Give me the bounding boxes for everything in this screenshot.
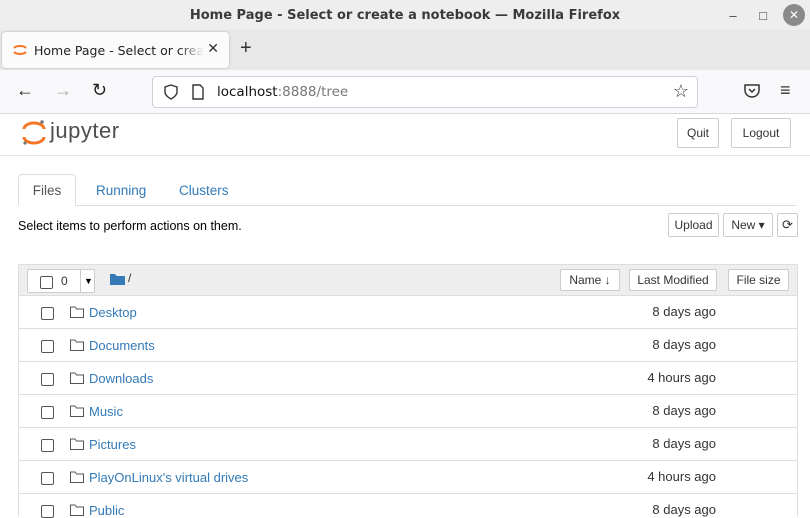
item-name-link[interactable]: Music [89, 404, 123, 419]
list-item[interactable]: Downloads 4 hours ago [18, 362, 798, 395]
tab-close-icon[interactable]: ✕ [207, 40, 219, 57]
logout-button[interactable]: Logout [731, 118, 791, 148]
file-list-header: 0 ▼ / Name ↓ Last Modified File size [18, 264, 798, 296]
folder-icon [70, 339, 84, 351]
item-modified: 8 days ago [652, 403, 716, 418]
shield-icon[interactable] [163, 84, 179, 100]
select-all-control[interactable]: 0 ▼ [27, 269, 95, 293]
row-checkbox[interactable] [41, 373, 54, 386]
bookmark-star-icon[interactable]: ☆ [673, 81, 689, 102]
list-item[interactable]: Desktop 8 days ago [18, 296, 798, 329]
minimize-button[interactable]: – [722, 4, 744, 26]
item-name-link[interactable]: Pictures [89, 437, 136, 452]
browser-navbar: ← → ↻ localhost:8888/tree ☆ [0, 70, 810, 114]
tab-running[interactable]: Running [81, 174, 161, 206]
item-modified: 8 days ago [652, 337, 716, 352]
item-modified: 4 hours ago [647, 370, 716, 385]
page-icon[interactable] [191, 84, 205, 100]
browser-tab-active[interactable]: Home Page - Select or create a notebook … [2, 32, 229, 68]
list-item[interactable]: Pictures 8 days ago [18, 428, 798, 461]
folder-icon [70, 372, 84, 384]
new-dropdown-button[interactable]: New ▾ [723, 213, 773, 237]
browser-tab-strip: Home Page - Select or create a notebook … [0, 30, 810, 70]
row-checkbox[interactable] [41, 307, 54, 320]
list-item[interactable]: Music 8 days ago [18, 395, 798, 428]
item-name-link[interactable]: Documents [89, 338, 155, 353]
row-checkbox[interactable] [41, 340, 54, 353]
window-titlebar: Home Page - Select or create a notebook … [0, 0, 810, 30]
url-text[interactable]: localhost:8888/tree [217, 84, 348, 100]
list-item[interactable]: Documents 8 days ago [18, 329, 798, 362]
row-checkbox[interactable] [41, 505, 54, 518]
list-item[interactable]: Public 8 days ago [18, 494, 798, 518]
browser-tab-title: Home Page - Select or create a notebook [34, 42, 204, 58]
tab-clusters[interactable]: Clusters [164, 174, 244, 206]
maximize-button[interactable]: □ [752, 4, 774, 26]
row-checkbox[interactable] [41, 472, 54, 485]
item-modified: 8 days ago [652, 502, 716, 517]
breadcrumb[interactable]: / [128, 271, 131, 285]
row-checkbox[interactable] [41, 439, 54, 452]
jupyter-favicon-icon [13, 45, 27, 55]
new-tab-button[interactable]: + [240, 37, 252, 60]
folder-icon [70, 504, 84, 516]
url-bar[interactable]: localhost:8888/tree ☆ [152, 76, 698, 108]
selected-count: 0 [61, 274, 68, 288]
jupyter-tabs: Files Running Clusters [18, 174, 796, 206]
sort-modified-button[interactable]: Last Modified [629, 269, 717, 291]
back-button[interactable]: ← [16, 80, 34, 101]
selection-dropdown-icon[interactable]: ▼ [80, 270, 96, 292]
sort-size-button[interactable]: File size [728, 269, 789, 291]
sort-name-button[interactable]: Name ↓ [560, 269, 620, 291]
pocket-icon[interactable] [743, 82, 761, 100]
item-name-link[interactable]: PlayOnLinux's virtual drives [89, 470, 248, 485]
folder-icon [70, 405, 84, 417]
url-host: localhost [217, 84, 278, 100]
selection-hint: Select items to perform actions on them. [18, 219, 242, 233]
tab-files[interactable]: Files [18, 174, 76, 206]
item-modified: 4 hours ago [647, 469, 716, 484]
item-name-link[interactable]: Desktop [89, 305, 137, 320]
jupyter-brand[interactable]: jupyter [50, 118, 120, 144]
quit-button[interactable]: Quit [677, 118, 719, 148]
item-name-link[interactable]: Downloads [89, 371, 153, 386]
folder-icon [70, 438, 84, 450]
folder-icon[interactable] [110, 273, 125, 285]
jupyter-logo-icon[interactable] [22, 119, 46, 147]
hamburger-menu-icon[interactable]: ≡ [780, 80, 791, 101]
forward-button[interactable]: → [54, 80, 72, 101]
list-item[interactable]: PlayOnLinux's virtual drives 4 hours ago [18, 461, 798, 494]
folder-icon [70, 471, 84, 483]
refresh-icon[interactable]: ⟳ [777, 213, 798, 237]
jupyter-header: jupyter Quit Logout [0, 114, 810, 156]
reload-button[interactable]: ↻ [92, 80, 107, 101]
item-modified: 8 days ago [652, 436, 716, 451]
upload-button[interactable]: Upload [668, 213, 719, 237]
window-title: Home Page - Select or create a notebook … [189, 7, 621, 23]
item-name-link[interactable]: Public [89, 503, 124, 518]
folder-icon [70, 306, 84, 318]
select-all-checkbox[interactable] [40, 276, 53, 289]
row-checkbox[interactable] [41, 406, 54, 419]
item-modified: 8 days ago [652, 304, 716, 319]
close-window-button[interactable]: ✕ [783, 4, 805, 26]
url-path: :8888/tree [277, 84, 349, 100]
